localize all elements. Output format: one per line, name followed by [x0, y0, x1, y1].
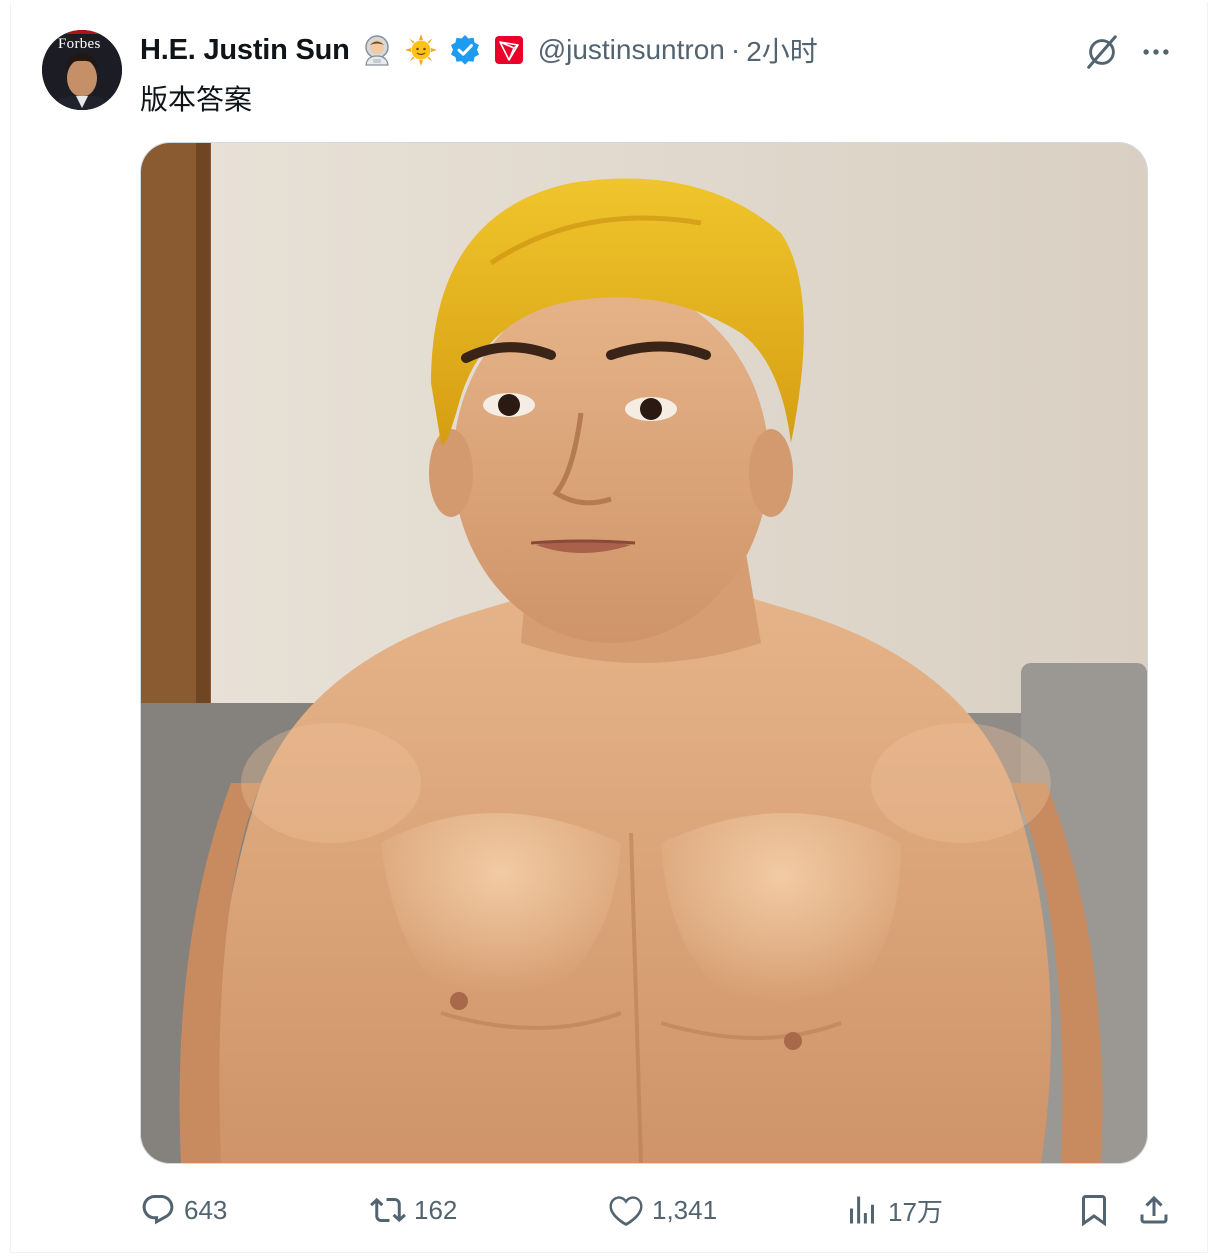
bookmark-icon [1082, 1195, 1106, 1227]
views-button[interactable]: 17万 [844, 1186, 943, 1234]
action-bar: 643 162 1,341 17万 [140, 1186, 1180, 1234]
more-icon [1143, 49, 1169, 55]
tweet-header: H.E. Justin Sun @justinsuntron · 2小时 [140, 30, 818, 70]
grok-button[interactable] [1080, 30, 1124, 74]
user-handle[interactable]: @justinsuntron [538, 34, 725, 66]
repost-icon [370, 1197, 406, 1223]
separator-dot: · [730, 34, 741, 65]
bookmark-button[interactable] [1076, 1186, 1112, 1234]
tweet-text: 版本答案 [140, 84, 253, 115]
repost-count: 162 [414, 1194, 458, 1225]
avatar[interactable]: Forbes [42, 30, 122, 110]
share-icon [1140, 1195, 1168, 1224]
reply-icon [142, 1195, 174, 1225]
share-button[interactable] [1136, 1186, 1172, 1234]
more-options-button[interactable] [1134, 30, 1178, 74]
views-icon [850, 1196, 874, 1224]
grok-icon [1087, 35, 1117, 69]
repost-button[interactable]: 162 [370, 1186, 457, 1234]
like-button[interactable]: 1,341 [608, 1186, 717, 1234]
display-name[interactable]: H.E. Justin Sun [140, 34, 350, 67]
tweet-media-image[interactable] [140, 142, 1148, 1164]
timestamp[interactable]: 2小时 [746, 30, 818, 70]
tron-logo-icon[interactable] [492, 33, 526, 67]
like-count: 1,341 [652, 1194, 718, 1225]
like-icon [609, 1196, 643, 1227]
sun-emoji-icon [404, 33, 438, 67]
avatar-badge-text: Forbes [58, 36, 101, 52]
verified-badge-icon[interactable] [448, 33, 482, 67]
astronaut-emoji-icon [360, 33, 394, 67]
view-count: 17万 [888, 1196, 943, 1227]
photo-shirtless-man-blonde-hair [141, 143, 1147, 1163]
reply-button[interactable]: 643 [140, 1186, 227, 1234]
reply-count: 643 [184, 1194, 228, 1225]
